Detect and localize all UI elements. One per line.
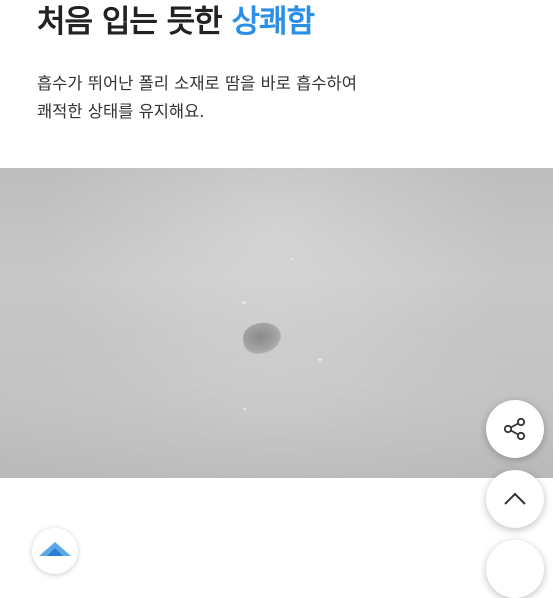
- droplet: [243, 408, 246, 410]
- logo-icon: [39, 542, 71, 556]
- floating-button[interactable]: [486, 540, 544, 598]
- droplet: [242, 301, 246, 304]
- app-badge[interactable]: [32, 528, 78, 574]
- description-line-1: 흡수가 뛰어난 폴리 소재로 땀을 바로 흡수하여: [37, 74, 357, 93]
- share-icon: [503, 417, 526, 441]
- description: 흡수가 뛰어난 폴리 소재로 땀을 바로 흡수하여 쾌적한 상태를 유지해요.: [37, 70, 517, 126]
- product-photo: [0, 168, 553, 478]
- scroll-to-top-button[interactable]: [486, 470, 544, 528]
- share-button[interactable]: [486, 400, 544, 458]
- chevron-up-icon: [504, 492, 526, 505]
- droplet: [318, 358, 322, 361]
- description-line-2: 쾌적한 상태를 유지해요.: [37, 102, 205, 121]
- headline-accent: 상쾌함: [231, 4, 316, 40]
- headline: 처음 입는 듯한 상쾌함: [37, 2, 316, 42]
- headline-text: 처음 입는 듯한: [37, 4, 223, 40]
- droplet: [290, 258, 293, 260]
